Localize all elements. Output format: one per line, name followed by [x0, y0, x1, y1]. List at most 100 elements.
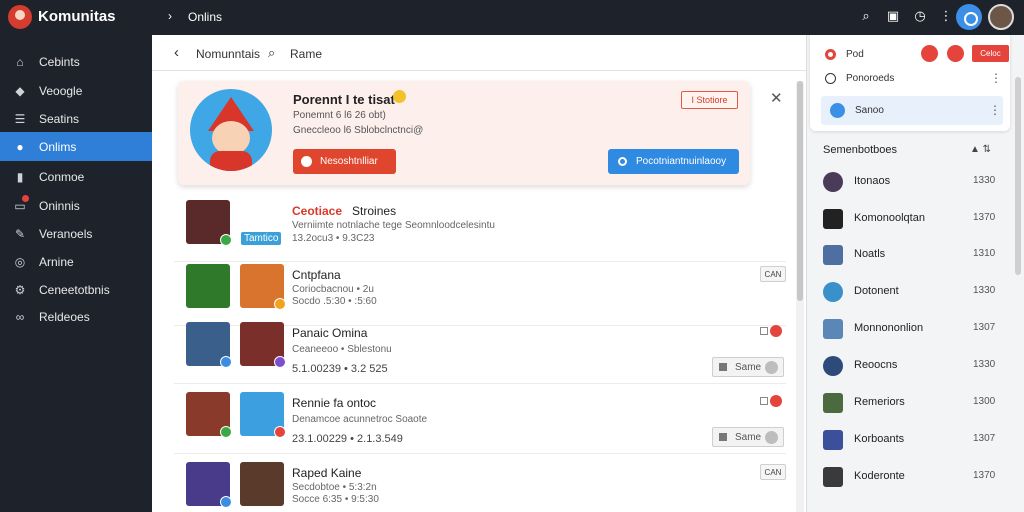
page-title: Nomunntais [196, 47, 261, 61]
sidebar-item-oninnis[interactable]: ▭ Oninnis [0, 191, 152, 220]
featured-secondary-button[interactable]: Pocotniantnuinlaooy [608, 149, 739, 174]
sort-icon[interactable]: ▲ ⇅ [970, 144, 991, 155]
sidebar-item-label: Ceneetotbnis [39, 282, 110, 297]
game-thumbnail [186, 392, 232, 438]
platform-icon [274, 426, 286, 438]
close-panel-button[interactable]: Celoc [972, 45, 1009, 62]
alert-icon[interactable] [947, 45, 964, 62]
friend-name: Remeriors [854, 396, 905, 408]
feed-row[interactable]: Rennie fa ontoc Denamcoe acunnetroc Soao… [174, 392, 786, 454]
avatar [823, 245, 843, 265]
friend-row[interactable]: Itonaos 1330 [807, 163, 1024, 200]
sidebar-item-arnine[interactable]: ◎ Arnine [0, 247, 152, 276]
sidebar-item-label: Conmoe [39, 169, 85, 184]
game-thumbnail [240, 264, 286, 310]
calendar-icon[interactable]: ▣ [885, 8, 901, 24]
sidebar-item-conmoe[interactable]: ▮ Conmoe [0, 162, 152, 191]
friend-row[interactable]: Dotonent 1330 [807, 273, 1024, 310]
more-vertical-icon[interactable]: ⋮ [938, 8, 954, 24]
friend-name: Komonoolqtan [854, 212, 925, 224]
row-title: Ceotiace Stroines [292, 204, 397, 218]
row-title: Rennie fa ontoc [292, 396, 377, 410]
row-description: Coriocbacnou • 2u [292, 284, 374, 295]
row-meta: Socce 6:35 • 9:5:30 [292, 494, 379, 505]
list-icon: ☰ [14, 111, 26, 126]
row-badge[interactable]: CAN [760, 266, 786, 282]
users-icon: ● [16, 139, 24, 154]
game-thumbnail [240, 462, 284, 506]
avatar [823, 282, 843, 302]
feed-scrollbar[interactable] [796, 81, 804, 512]
friend-row[interactable]: Korboants 1307 [807, 421, 1024, 458]
save-button[interactable]: Same [712, 357, 784, 377]
sidebar-item-ceneetotbnis[interactable]: ⚙ Ceneetotbnis [0, 275, 152, 304]
feed-row[interactable]: Raped Kaine Secdobtoe • 5:3:2n Socce 6:3… [174, 462, 786, 512]
avatar [823, 172, 843, 192]
feed-row[interactable]: Panaic Omina Ceaneeoo • Sblestonu 5.1.00… [174, 322, 786, 384]
row-title: Cntpfana [292, 268, 341, 282]
friend-row[interactable]: Reoocns 1330 [807, 347, 1024, 384]
featured-primary-button[interactable]: Nesoshtnlliar [293, 149, 396, 174]
sidebar-item-onlims[interactable]: ● Onlims [0, 132, 152, 161]
report-icon[interactable] [760, 324, 784, 338]
sidebar-item-veoogle[interactable]: ◆ Veoogle [0, 76, 152, 105]
sidebar-item-cebints[interactable]: ⌂ Cebints [0, 47, 152, 76]
pencil-icon: ✎ [14, 226, 26, 241]
clock-icon[interactable]: ◷ [912, 8, 928, 24]
scroll-thumb[interactable] [797, 81, 803, 301]
friend-time: 1370 [973, 212, 996, 223]
friend-row[interactable]: Komonoolqtan 1370 [807, 200, 1024, 237]
user-avatar[interactable] [988, 4, 1014, 30]
breadcrumb[interactable]: Onlins [188, 10, 222, 24]
row-meta: 5.1.00239 • 3.2 525 [292, 363, 388, 375]
row-badge[interactable]: CAN [760, 464, 786, 480]
platform-icon [220, 426, 232, 438]
search-icon[interactable]: ⌕ [268, 45, 275, 61]
friend-name: Reoocns [854, 359, 898, 371]
report-icon[interactable] [760, 394, 784, 408]
button-label: Pocotniantnuinlaooy [636, 156, 727, 167]
platform-icon [274, 298, 286, 310]
folder-icon: ▭ [13, 194, 29, 213]
community-avatar[interactable] [956, 4, 982, 30]
sidebar-item-reldeoes[interactable]: ∞ Reldeoes [0, 302, 152, 331]
friend-row[interactable]: Noatls 1310 [807, 236, 1024, 273]
featured-tag[interactable]: I Stotiore [681, 91, 738, 109]
friend-name: Itonaos [854, 175, 891, 187]
emoji-icon [393, 90, 406, 103]
featured-title: Porennt I te tisat [293, 92, 395, 107]
more-vertical-icon[interactable]: ⋮ [990, 71, 1002, 85]
feed-row[interactable]: Cntpfana Coriocbacnou • 2u Socdo .5:30 •… [174, 264, 786, 326]
featured-card: Porennt I te tisat Ponemnt 6 l6 26 obt) … [178, 81, 750, 185]
friend-time: 1307 [973, 322, 996, 333]
friend-time: 1330 [973, 359, 996, 370]
row-description: Verniimte notnlache tege Seomnloodcelesi… [292, 220, 495, 231]
toggle-icon [765, 431, 778, 444]
friend-row[interactable]: Remeriors 1300 [807, 384, 1024, 421]
platform-icon [220, 496, 232, 508]
save-button[interactable]: Same [712, 427, 784, 447]
sidebar-item-seatins[interactable]: ☰ Seatins [0, 104, 152, 133]
sidebar-item-veranoels[interactable]: ✎ Veranoels [0, 219, 152, 248]
friend-time: 1307 [973, 433, 996, 444]
app-logo[interactable] [8, 5, 32, 29]
notification-icon[interactable] [921, 45, 938, 62]
avatar [830, 103, 845, 118]
avatar [823, 430, 843, 450]
search-icon[interactable]: ⌕ [858, 8, 874, 24]
quick-row-search[interactable]: Ponoroeds [810, 66, 1010, 90]
top-bar: Komunitas › Onlins ⌕ ▣ ◷ ⋮ [0, 0, 1024, 35]
friend-row[interactable]: Monnononlion 1307 [807, 310, 1024, 347]
sidebar-item-label: Arnine [39, 254, 74, 269]
row-meta: 23.1.00229 • 2.1.3.549 [292, 433, 403, 445]
more-vertical-icon[interactable]: ⋮ [989, 103, 1001, 117]
feed-row[interactable]: Ceotiace Stroines Verniimte notnlache te… [174, 200, 786, 262]
settings-icon: ⚙ [14, 282, 26, 297]
close-icon[interactable]: ✕ [770, 89, 783, 107]
quick-row-active[interactable]: Sanoo [821, 96, 1003, 125]
friend-row[interactable]: Koderonte 1370 [807, 458, 1024, 495]
featured-subtitle: Ponemnt 6 l6 26 obt) [293, 110, 386, 121]
sidebar-item-label: Onlims [39, 139, 77, 154]
back-icon[interactable]: ‹ [174, 44, 179, 61]
search-label[interactable]: Rame [290, 47, 322, 61]
